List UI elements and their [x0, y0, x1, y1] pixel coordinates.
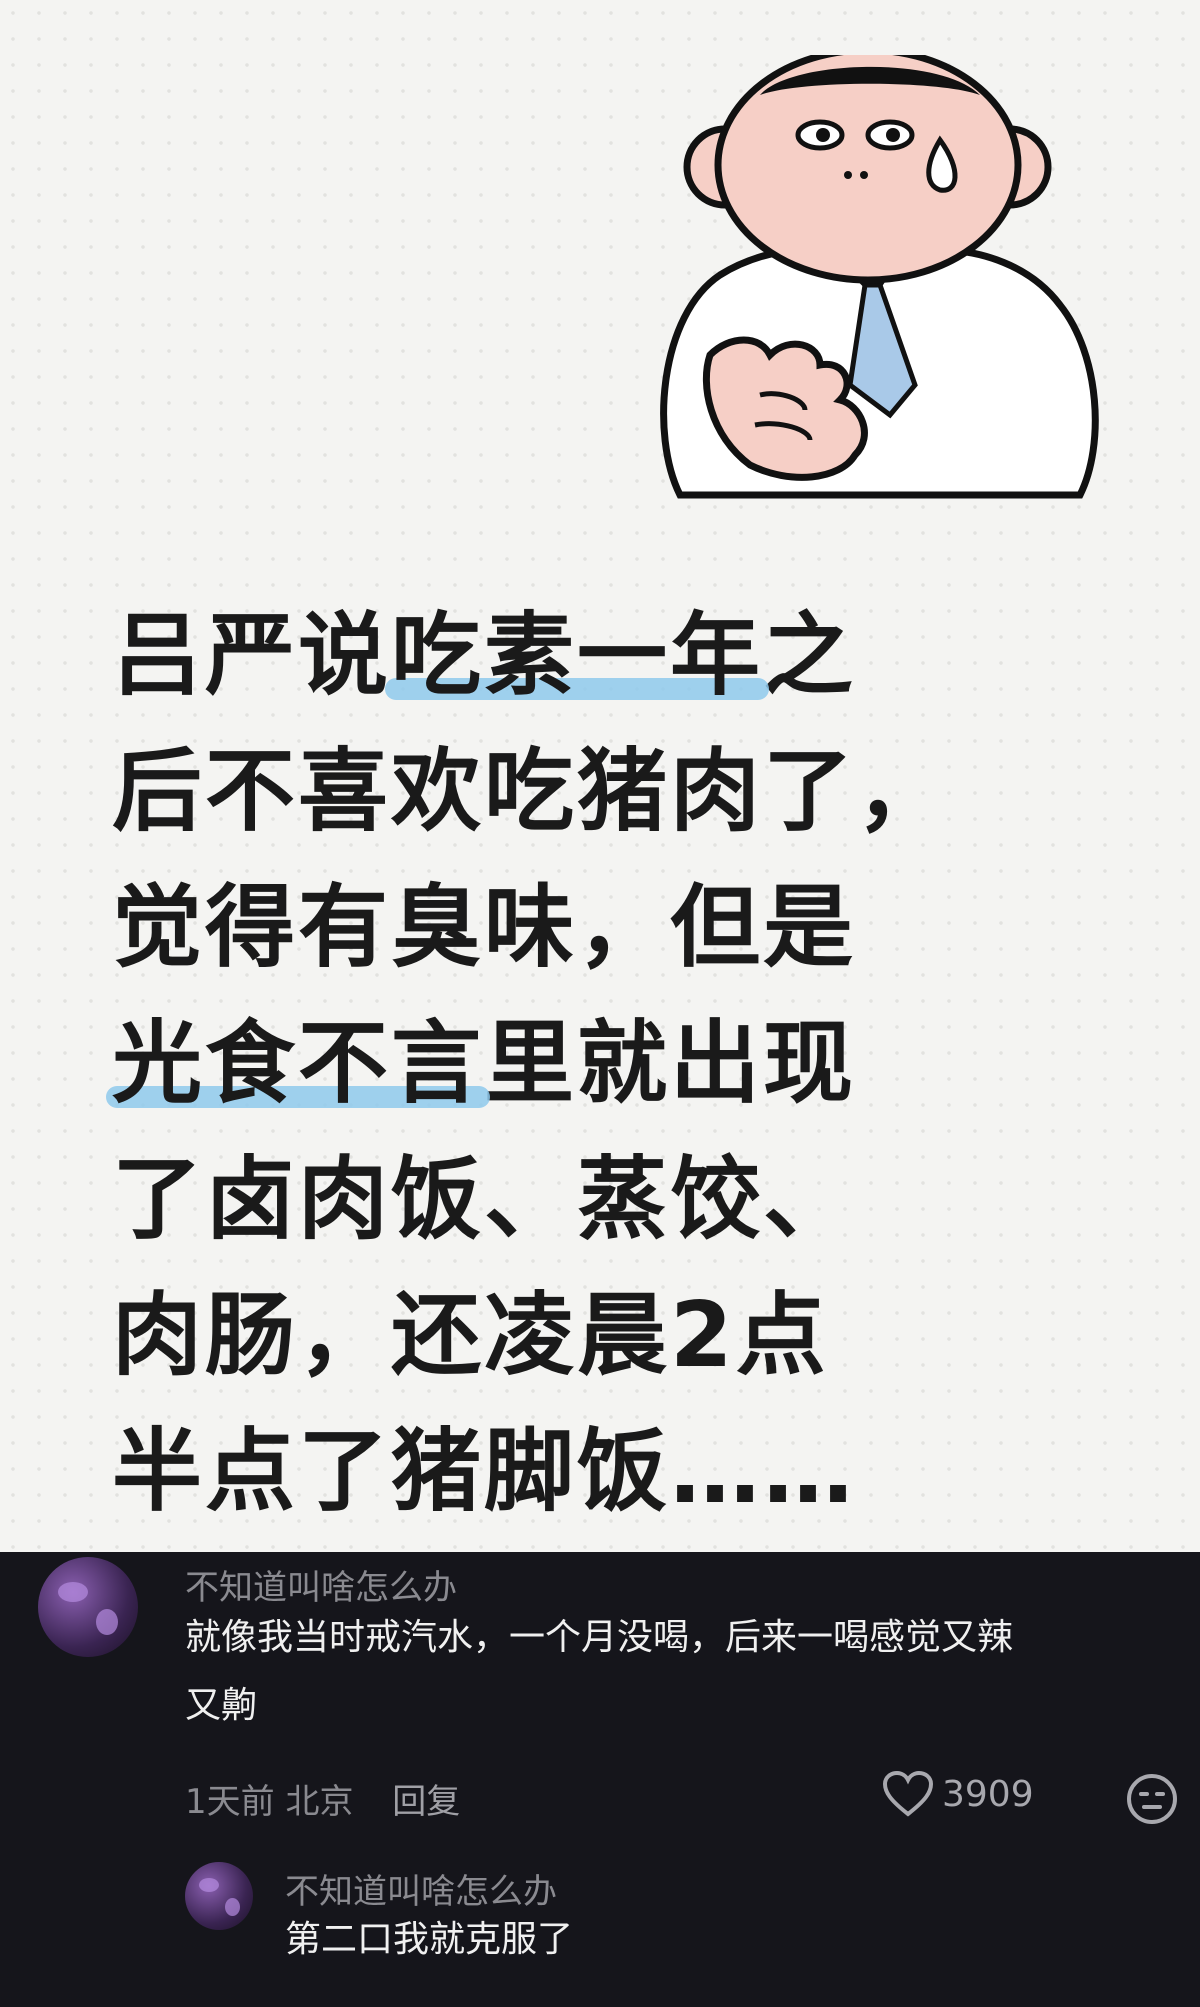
- highlighted-text: 光食不言: [112, 1011, 484, 1116]
- post-text: 吕严说吃素一年之 后不喜欢吃猪肉了， 觉得有臭味，但是 光食不言里就出现 了卤肉…: [112, 588, 1112, 1540]
- comment-meta: 1天前 北京 回复: [185, 1774, 460, 1823]
- post-image: 吕严说吃素一年之 后不喜欢吃猪肉了， 觉得有臭味，但是 光食不言里就出现 了卤肉…: [0, 0, 1200, 1552]
- text-segment: 之: [763, 603, 856, 708]
- avatar[interactable]: [185, 1862, 253, 1930]
- comment-time: 1天前: [185, 1782, 275, 1822]
- text-segment: 里就出现: [484, 1011, 856, 1116]
- text-segment: 吕严说: [112, 603, 391, 708]
- like-button[interactable]: 3909: [882, 1770, 1034, 1818]
- post-line: 后不喜欢吃猪肉了，: [112, 724, 1112, 860]
- comment-section: 不知道叫啥怎么办 就像我当时戒汽水，一个月没喝，后来一喝感觉又辣 又齁 1天前 …: [0, 1552, 1200, 2007]
- post-line: 肉肠，还凌晨2点: [112, 1268, 1112, 1404]
- meh-face-icon[interactable]: [1125, 1772, 1179, 1826]
- text-segment: 觉得有臭味，但是: [112, 875, 856, 980]
- post-line: 觉得有臭味，但是: [112, 860, 1112, 996]
- sweating-man-illustration: [660, 55, 1099, 499]
- post-line: 半点了猪脚饭……: [112, 1404, 1112, 1540]
- avatar[interactable]: [38, 1557, 138, 1657]
- highlighted-text: 吃素一年: [391, 603, 763, 708]
- comment-text: 第二口我就克服了: [285, 1919, 574, 1960]
- post-line: 光食不言里就出现: [112, 996, 1112, 1132]
- comment-text-line: 又齁: [185, 1685, 258, 1726]
- comment-text-line: 就像我当时戒汽水，一个月没喝，后来一喝感觉又辣: [185, 1617, 1014, 1658]
- heart-icon: [882, 1770, 934, 1817]
- text-segment: 肉肠，还凌晨2点: [112, 1283, 829, 1388]
- comment-location: 北京: [285, 1782, 354, 1822]
- reply-button[interactable]: 回复: [392, 1782, 460, 1822]
- text-segment: 半点了猪脚饭……: [112, 1419, 856, 1524]
- comment-username[interactable]: 不知道叫啥怎么办: [185, 1560, 457, 1609]
- text-segment: 了卤肉饭、蒸饺、: [112, 1147, 856, 1252]
- like-count: 3909: [942, 1773, 1034, 1815]
- post-line: 了卤肉饭、蒸饺、: [112, 1132, 1112, 1268]
- comment-text: 就像我当时戒汽水，一个月没喝，后来一喝感觉又辣 又齁: [185, 1604, 1175, 1740]
- post-line: 吕严说吃素一年之: [112, 588, 1112, 724]
- text-segment: 后不喜欢吃猪肉了，: [112, 739, 949, 844]
